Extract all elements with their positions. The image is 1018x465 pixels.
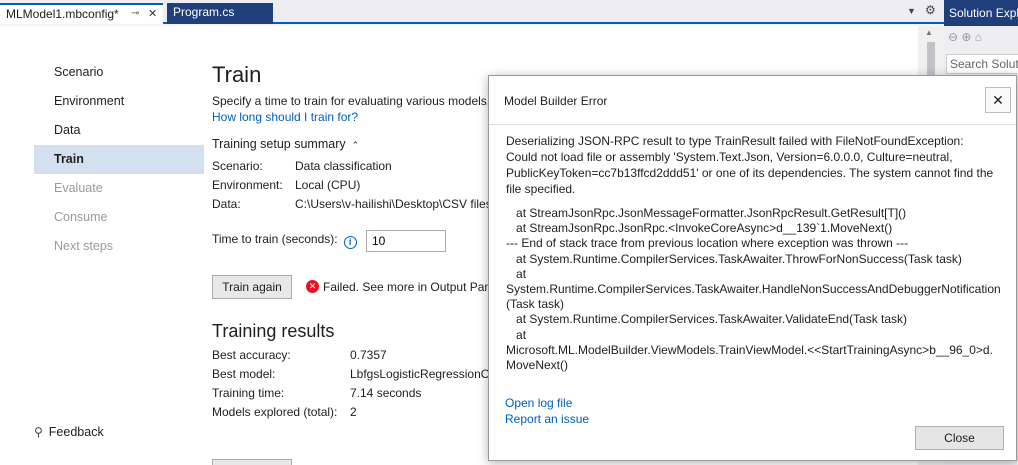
solution-explorer-toolbar[interactable]: ⊖ ⊕ ⌂ [948,30,982,44]
time-to-train-label: Time to train (seconds): i [212,232,357,249]
time-to-train-text: Time to train (seconds): [212,232,338,246]
nav-item-environment[interactable]: Environment [34,87,204,116]
error-message: Deserializing JSON-RPC result to type Tr… [506,134,994,196]
tab-mlmodel-label: MLModel1.mbconfig* [6,7,119,21]
models-explored-label: Models explored (total): [212,405,338,419]
gear-icon[interactable]: ⚙ [925,3,936,17]
tab-mlmodel-mbconfig[interactable]: MLModel1.mbconfig* ⊸ ✕ [0,3,163,24]
time-to-train-input[interactable] [366,230,446,252]
nav-item-data[interactable]: Data [34,116,204,145]
training-results-heading: Training results [212,321,335,341]
best-accuracy-value: 0.7357 [350,348,387,362]
open-log-file-link[interactable]: Open log file [505,396,572,410]
training-setup-summary-toggle[interactable]: Training setup summary ⌃ [212,137,359,151]
step-navigation: Scenario Environment Data Train Evaluate… [34,58,204,261]
best-model-value: LbfgsLogisticRegressionOv [350,367,497,381]
scenario-label: Scenario: [212,159,263,173]
pin-icon[interactable]: ⊸ [131,8,139,19]
environment-value: Local (CPU) [295,178,361,192]
data-value: C:\Users\v-hailishi\Desktop\CSV files [295,197,492,211]
nav-item-evaluate: Evaluate [54,181,103,195]
setup-summary-label: Training setup summary [212,137,346,151]
training-time-value: 7.14 seconds [350,386,422,400]
scroll-up-icon[interactable]: ▲ [925,28,933,37]
models-explored-value: 2 [350,405,357,419]
tab-dropdown-icon[interactable]: ▼ [907,6,916,16]
nav-item-consume: Consume [54,210,108,224]
best-model-label: Best model: [212,367,276,381]
tab-close-icon[interactable]: ✕ [148,7,157,20]
document-tab-strip: MLModel1.mbconfig* ⊸ ✕ Program.cs ▼ ⚙ [0,0,944,24]
data-label: Data: [212,197,241,211]
environment-label: Environment: [212,178,283,192]
how-long-train-link[interactable]: How long should I train for? [212,110,358,124]
feedback-link[interactable]: ⚲ Feedback [34,425,104,439]
chevron-up-icon: ⌃ [351,140,360,150]
best-accuracy-label: Best accuracy: [212,348,291,362]
solution-explorer-search-input[interactable]: Search Solution Explorer [946,54,1018,74]
training-time-label: Training time: [212,386,285,400]
training-status-text: Failed. See more in Output Pane [323,280,498,294]
scenario-value: Data classification [295,159,392,173]
partially-hidden-button[interactable] [212,459,292,465]
feedback-label: Feedback [48,425,104,439]
info-icon[interactable]: i [343,236,357,249]
nav-item-scenario[interactable]: Scenario [34,58,204,87]
error-icon: ✕ [306,280,319,293]
dialog-close-icon[interactable]: ✕ [985,87,1011,113]
solution-explorer-title: Solution Explorer [944,0,1018,26]
feedback-icon: ⚲ [34,425,43,439]
train-description: Specify a time to train for evaluating v… [212,94,507,108]
stack-trace: at StreamJsonRpc.JsonMessageFormatter.Js… [506,206,1001,373]
tab-program-label: Program.cs [173,5,235,19]
dialog-title: Model Builder Error [504,94,608,108]
nav-item-train[interactable]: Train [34,145,204,174]
nav-item-next-steps: Next steps [54,239,114,253]
close-button[interactable]: Close [915,426,1004,450]
tab-program-cs[interactable]: Program.cs [167,3,273,24]
page-title: Train [212,62,262,87]
report-issue-link[interactable]: Report an issue [505,412,589,426]
dialog-divider [489,124,1016,125]
train-again-button[interactable]: Train again [212,275,292,299]
model-builder-error-dialog: Model Builder Error ✕ Deserializing JSON… [488,75,1017,461]
